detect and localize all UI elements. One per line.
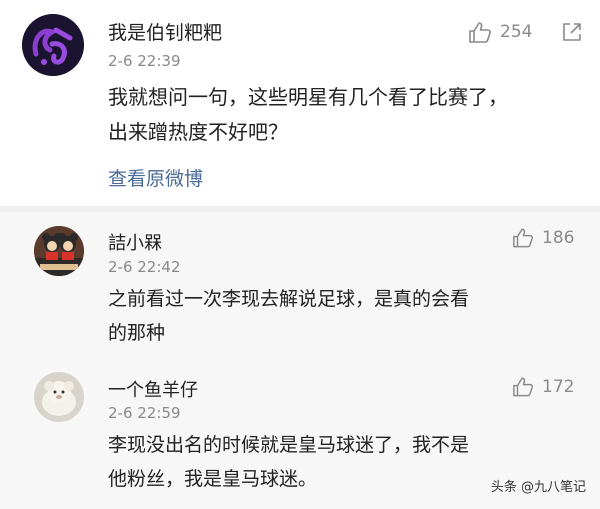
thumbs-up-icon — [512, 376, 534, 397]
reply-card: 詰小槑 2-6 22:42 186 之前看过一次李现去解说足球，是真的会看 的那… — [0, 212, 600, 362]
comment-text: 之前看过一次李现去解说足球，是真的会看 的那种 — [108, 282, 469, 350]
timestamp: 2-6 22:59 — [108, 404, 181, 422]
comment-text-line: 之前看过一次李现去解说足球，是真的会看 — [108, 288, 470, 310]
like-count: 172 — [542, 376, 575, 397]
timestamp: 2-6 22:39 — [108, 52, 181, 70]
comment-text-line: 出来蹭热度不好吧？ — [108, 120, 288, 144]
share-button[interactable] — [562, 22, 582, 46]
comment-text-line: 我就想问一句，这些明星有几个看了比赛了， — [108, 85, 508, 109]
reply-section: 詰小槑 2-6 22:42 186 之前看过一次李现去解说足球，是真的会看 的那… — [0, 212, 600, 509]
comment-text: 李现没出名的时候就是皇马球迷了，我不是 他粉丝，我是皇马球迷。 — [108, 428, 469, 496]
view-original-weibo-link[interactable]: 查看原微博 — [108, 164, 203, 191]
username[interactable]: 一个鱼羊仔 — [108, 376, 198, 402]
like-button[interactable]: 186 — [512, 227, 574, 248]
thumbs-up-icon — [468, 21, 492, 43]
comment-card: 我是伯钊粑粑 2-6 22:39 254 我就想问一句，这些明星有几个看了比赛了… — [0, 0, 600, 206]
timestamp: 2-6 22:42 — [108, 258, 181, 276]
comment-text-line: 李现没出名的时候就是皇马球迷了，我不是 — [108, 434, 470, 456]
like-button[interactable]: 172 — [512, 376, 574, 397]
like-count: 254 — [500, 22, 533, 42]
avatar[interactable] — [34, 226, 84, 276]
like-button[interactable]: 254 — [468, 21, 532, 43]
username[interactable]: 詰小槑 — [108, 229, 162, 255]
username[interactable]: 我是伯钊粑粑 — [108, 18, 222, 45]
comment-text-line: 他粉丝，我是皇马球迷。 — [108, 468, 318, 490]
comment-text-line: 的那种 — [108, 322, 166, 344]
avatar[interactable] — [34, 372, 84, 422]
thumbs-up-icon — [512, 227, 534, 248]
share-icon — [562, 23, 582, 46]
like-count: 186 — [542, 227, 575, 248]
comment-text: 我就想问一句，这些明星有几个看了比赛了， 出来蹭热度不好吧？ — [108, 80, 508, 150]
avatar[interactable] — [22, 14, 84, 76]
watermark: 头条 @九八笔记 — [490, 480, 586, 495]
